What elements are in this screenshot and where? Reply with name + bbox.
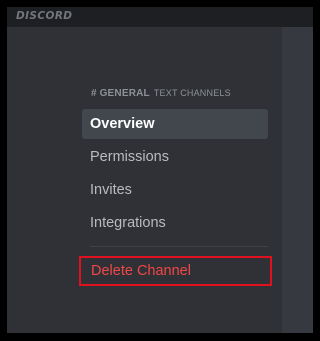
app-window: # GENERAL TEXT CHANNELS Overview Permissio… <box>7 27 313 333</box>
delete-channel-button[interactable]: Delete Channel <box>79 256 272 286</box>
screenshot-frame: DISCORD # GENERAL TEXT CHANNELS Overview P… <box>0 0 320 341</box>
hash-icon: # <box>91 88 97 99</box>
nav-item-integrations[interactable]: Integrations <box>82 208 268 238</box>
discord-logo: DISCORD <box>16 10 73 22</box>
nav-item-permissions[interactable]: Permissions <box>82 142 268 172</box>
title-bar: DISCORD <box>7 7 313 27</box>
channel-name: GENERAL <box>99 88 150 99</box>
nav-item-invites[interactable]: Invites <box>82 175 268 205</box>
nav-item-overview[interactable]: Overview <box>82 109 268 139</box>
channel-settings-sidebar: # GENERAL TEXT CHANNELS Overview Permissio… <box>7 27 282 333</box>
menu-divider <box>90 246 268 247</box>
settings-header: # GENERAL TEXT CHANNELS <box>91 88 231 99</box>
section-label: TEXT CHANNELS <box>153 88 231 98</box>
content-area <box>282 27 313 333</box>
